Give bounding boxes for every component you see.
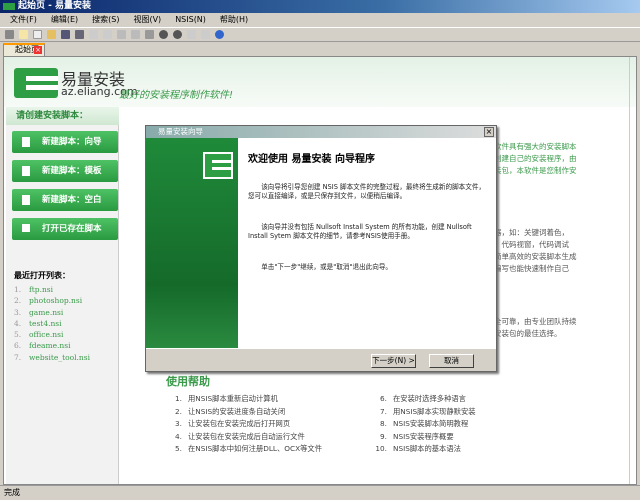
help-link[interactable]: 9. NSIS安装程序概要	[371, 431, 506, 444]
dialog-title-bar: 易量安装向导 ×	[146, 126, 496, 138]
help-link[interactable]: 1. 用NSIS脚本重新启动计算机	[166, 393, 371, 406]
recent-item[interactable]: 3. game.nsi	[14, 307, 90, 318]
recent-item[interactable]: 4. test4.nsi	[14, 318, 90, 329]
intro-text: 软件具有强大的安装脚本 创建自己的安装程序，由 装包，本软件是您制作安	[494, 142, 577, 175]
wizard-icon[interactable]	[5, 30, 14, 39]
close-button[interactable]: ×	[484, 127, 494, 137]
reliability-text: 全可靠，由专业团队持续 安装包的最佳选择。	[494, 317, 577, 338]
template-icon	[22, 166, 30, 176]
paste-icon[interactable]	[145, 30, 154, 39]
next-button[interactable]: 下一步(N) >	[371, 354, 416, 368]
cancel-button[interactable]: 取消	[429, 354, 474, 368]
help-icon[interactable]	[215, 30, 224, 39]
button-label: 打开已存在脚本	[42, 224, 102, 234]
help-title: 使用帮助	[166, 375, 210, 388]
banner: 易量安装 az.eliang.com 最好的安装程序制作软件!	[4, 57, 636, 107]
button-label: 新建脚本：模板	[42, 166, 102, 176]
menu-search[interactable]: 搜索(S)	[92, 13, 119, 27]
run-icon[interactable]	[173, 30, 182, 39]
open-icon[interactable]	[47, 30, 56, 39]
close-tab-icon[interactable]: ×	[34, 46, 42, 54]
dialog-button-bar: 下一步(N) > 取消	[146, 348, 496, 371]
menu-edit[interactable]: 编辑(E)	[51, 13, 78, 27]
open-script-button[interactable]: 打开已存在脚本	[12, 218, 118, 240]
recent-item[interactable]: 2. photoshop.nsi	[14, 295, 90, 306]
save-all-icon[interactable]	[75, 30, 84, 39]
save-icon[interactable]	[61, 30, 70, 39]
new-script-blank-button[interactable]: 新建脚本：空白	[12, 189, 118, 211]
app-logo-icon	[3, 3, 15, 10]
new-script-wizard-button[interactable]: 新建脚本：向导	[12, 131, 118, 153]
dialog-title: 易量安装向导	[158, 127, 203, 136]
new-script-template-button[interactable]: 新建脚本：模板	[12, 160, 118, 182]
recent-item[interactable]: 5. office.nsi	[14, 329, 90, 340]
back-icon[interactable]	[187, 30, 196, 39]
dialog-side-panel	[146, 138, 238, 348]
recent-item[interactable]: 1. ftp.nsi	[14, 284, 90, 295]
recent-item[interactable]: 6. fdeame.nsi	[14, 340, 90, 351]
dialog-paragraph: 该向导将引导您创建 NSIS 脚本文件的完整过程，最终将生成新的脚本文件，您可以…	[248, 183, 486, 200]
brand-logo-icon	[14, 68, 58, 98]
help-link[interactable]: 2. 让NSIS的安装进度条自动关闭	[166, 406, 371, 419]
help-link[interactable]: 3. 让安装包在安装完成后打开网页	[166, 418, 371, 431]
dialog-body: 欢迎使用 易量安装 向导程序 该向导将引导您创建 NSIS 脚本文件的完整过程，…	[238, 138, 496, 348]
dialog-paragraph: 该向导并没有包括 Nullsoft Install System 的所有功能，创…	[248, 223, 472, 240]
dialog-paragraph: 单击"下一步"继续，或是"取消"退出此向导。	[261, 263, 393, 271]
tab-start-page[interactable]: 起始页 ×	[3, 43, 45, 56]
menu-help[interactable]: 帮助(H)	[220, 13, 248, 27]
sidebar-header: 请创建安装脚本：	[6, 107, 119, 125]
tab-bar: 起始页 ×	[0, 42, 640, 56]
menu-file[interactable]: 文件(F)	[10, 13, 37, 27]
menu-bar: 文件(F) 编辑(E) 搜索(S) 视图(V) NSIS(N) 帮助(H)	[0, 13, 640, 27]
help-section: 使用帮助 1. 用NSIS脚本重新启动计算机 6. 在安装时选择多种语言 2. 让NS…	[166, 373, 506, 456]
wizard-icon	[22, 137, 30, 147]
compile-icon[interactable]	[159, 30, 168, 39]
wizard-dialog: 易量安装向导 × 欢迎使用 易量安装 向导程序 该向导将引导您创建 NSIS 脚…	[145, 125, 497, 372]
folder-icon	[22, 224, 30, 232]
scrollbar-edge	[629, 57, 630, 484]
button-label: 新建脚本：向导	[42, 137, 102, 147]
toolbar	[0, 27, 640, 42]
copy-icon[interactable]	[131, 30, 140, 39]
slogan: 最好的安装程序制作软件!	[119, 90, 234, 101]
sidebar: 请创建安装脚本： 新建脚本：向导 新建脚本：模板 新建脚本：空白 打开已存在脚本…	[6, 107, 119, 484]
wizard-logo-icon	[203, 152, 233, 179]
recent-list: 1. ftp.nsi 2. photoshop.nsi 3. game.nsi 4. t…	[14, 284, 90, 363]
help-link[interactable]: 5. 在NSIS脚本中如何注册DLL、OCX等文件	[166, 443, 371, 456]
help-link[interactable]: 6. 在安装时选择多种语言	[371, 393, 506, 406]
help-link[interactable]: 10. NSIS脚本的基本语法	[371, 443, 506, 456]
blank-file-icon	[22, 195, 30, 205]
button-label: 新建脚本：空白	[42, 195, 102, 205]
help-link[interactable]: 4. 让安装包在安装完成后自动运行文件	[166, 431, 371, 444]
features-text: 器，如：关键词着色， ，代码视窗，代码调试 简单高效的安装脚本生成 编写也能快速制作自…	[494, 228, 577, 273]
menu-view[interactable]: 视图(V)	[133, 13, 161, 27]
help-link[interactable]: 7. 用NSIS脚本实现静默安装	[371, 406, 506, 419]
new-file-icon[interactable]	[33, 30, 42, 39]
forward-icon[interactable]	[201, 30, 210, 39]
help-link[interactable]: 8. NSIS安装脚本简明教程	[371, 418, 506, 431]
title-bar: 起始页 - 易量安装	[0, 0, 640, 13]
menu-nsis[interactable]: NSIS(N)	[175, 13, 206, 27]
undo-icon[interactable]	[89, 30, 98, 39]
new-icon[interactable]	[19, 30, 28, 39]
recent-item[interactable]: 7. website_tool.nsi	[14, 352, 90, 363]
window-title: 起始页 - 易量安装	[18, 1, 92, 11]
redo-icon[interactable]	[103, 30, 112, 39]
cut-icon[interactable]	[117, 30, 126, 39]
status-bar: 完成	[0, 485, 640, 500]
dialog-heading: 欢迎使用 易量安装 向导程序	[248, 154, 375, 165]
recent-title: 最近打开列表：	[14, 271, 70, 280]
